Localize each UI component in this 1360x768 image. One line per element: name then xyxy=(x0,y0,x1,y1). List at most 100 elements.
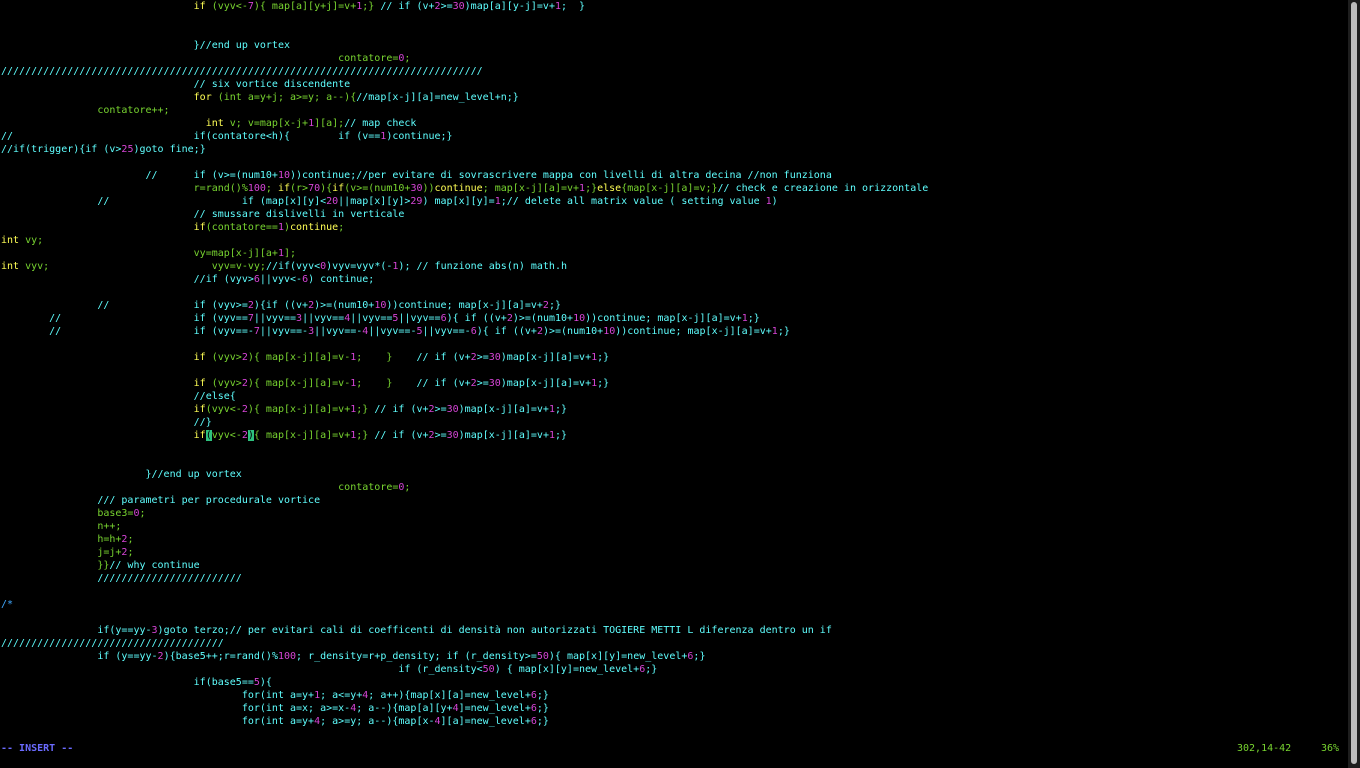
code-line[interactable]: if(base5==5){ xyxy=(1,676,272,689)
code-line[interactable]: // smussare dislivelli in verticale xyxy=(1,208,405,221)
code-line[interactable]: }//end up vortex xyxy=(1,39,290,52)
code-token: ; a<=y+ xyxy=(320,690,363,701)
code-line[interactable]: // six vortice discendente xyxy=(1,78,351,91)
code-token: vyv<- xyxy=(211,430,242,441)
code-line[interactable]: // if (v>=(num10+10))continue;//per evit… xyxy=(1,169,831,182)
code-token: // if(contatore<h){ if (v== xyxy=(1,131,381,142)
code-token: ;} xyxy=(645,664,658,675)
code-token: if (y==yy- xyxy=(1,651,158,662)
code-line[interactable]: //if(trigger){if (v>25)goto fine;} xyxy=(1,143,206,156)
code-token: ; a>=y; a--){map[x- xyxy=(320,716,435,727)
code-line[interactable]: if (r_density<50) { map[x][y]=new_level+… xyxy=(1,663,657,676)
code-line[interactable]: vy=map[x-j][a+1]; xyxy=(1,247,296,260)
code-token: >= xyxy=(476,352,489,363)
code-line[interactable]: base3=0; xyxy=(1,507,145,520)
code-line[interactable]: for(int a=y+4; a>=y; a--){map[x-4][a]=ne… xyxy=(1,715,549,728)
code-line[interactable]: // if (map[x][y]<20||map[x][y]>29) map[x… xyxy=(1,195,777,208)
code-line[interactable]: for(int a=y+1; a<=y+4; a++){map[x][a]=ne… xyxy=(1,689,549,702)
code-line[interactable]: if (vyv>2){ map[x-j][a]=v-1; } // if (v+… xyxy=(1,351,610,364)
code-token: ) { map[x][y]=new_level+ xyxy=(494,664,640,675)
code-line[interactable]: //if (vyv>6||vyv<-6) continue; xyxy=(1,273,375,286)
code-line[interactable]: //////////////////////// xyxy=(1,572,242,585)
code-line[interactable]: if(contatore==1)continue; xyxy=(1,221,345,234)
code-token: ){if ((v+ xyxy=(253,300,309,311)
code-line[interactable]: //else{ xyxy=(1,390,236,403)
code-token: // if (vyv>= xyxy=(1,300,248,311)
code-line[interactable]: if (vyv>2){ map[x-j][a]=v-1; } // if (v+… xyxy=(1,377,610,390)
code-line[interactable]: n++; xyxy=(1,520,121,533)
code-line[interactable]: }}// why continue xyxy=(1,559,199,572)
code-line[interactable]: contatore++; xyxy=(1,104,169,117)
code-token: if(y==yy- xyxy=(1,625,152,636)
code-token: 10 xyxy=(374,300,387,311)
code-line[interactable]: // if (vyv==7||vyv==3||vyv==4||vyv==5||v… xyxy=(1,312,760,325)
code-line[interactable]: //} xyxy=(1,416,212,429)
code-line[interactable]: int v; v=map[x-j+1][a];// map check xyxy=(1,117,417,130)
code-line[interactable]: if (vyv<-7){ map[a][y+j]=v+1;} // if (v+… xyxy=(1,0,585,13)
code-line[interactable]: r=rand()%100; if(r>70){if(v>=(num10+30))… xyxy=(1,182,929,195)
code-token: ||vyv<- xyxy=(259,274,303,285)
code-token: int xyxy=(1,118,230,129)
scrollbar-thumb[interactable] xyxy=(1351,2,1357,764)
code-token: ////////////////////////////////////////… xyxy=(1,66,483,77)
code-token: ||vyv== xyxy=(253,313,297,324)
code-token: r=rand()% xyxy=(1,183,248,194)
code-token: )>=(num10+ xyxy=(314,300,375,311)
code-line[interactable]: j=j+2; xyxy=(1,546,133,559)
code-line[interactable]: int vy; xyxy=(1,234,43,247)
vertical-scrollbar[interactable] xyxy=(1348,0,1360,768)
code-line[interactable]: int vyv; vyv=v-vy;//if(vyv<0)vyv=vyv*(-1… xyxy=(1,260,567,273)
code-line[interactable]: ////////////////////////////////////////… xyxy=(1,65,483,78)
code-line[interactable]: // if (vyv>=2){if ((v+2)>=(num10+10))con… xyxy=(1,299,561,312)
code-token: 30 xyxy=(488,352,501,363)
code-line[interactable]: /// parametri per procedurale vortice xyxy=(1,494,320,507)
code-token: contatore= xyxy=(1,53,399,64)
code-token: ){ map[x-j][a]=v+ xyxy=(247,404,351,415)
code-token: (vyv> xyxy=(211,378,242,389)
code-token: // map check xyxy=(344,118,417,129)
code-line[interactable]: if(y==yy-3)goto terzo;// per evitari cal… xyxy=(1,624,832,637)
code-token: // if (vyv==- xyxy=(1,326,254,337)
code-token: )map[x-j][a]=v+ xyxy=(458,404,549,415)
code-token: )>=(num10+ xyxy=(542,326,604,337)
code-token: 10 xyxy=(573,313,586,324)
code-token: ||map[x][y]> xyxy=(338,196,411,207)
code-token: )map[x-j][a]=v+ xyxy=(500,352,592,363)
code-token: // if (v+ xyxy=(368,404,429,415)
code-line[interactable]: for (int a=y+j; a>=y; a--){//map[x-j][a]… xyxy=(1,91,519,104)
code-token: v; v=map[x-j+ xyxy=(229,118,309,129)
code-line[interactable]: contatore=0; xyxy=(1,52,410,65)
code-line[interactable]: /* xyxy=(1,598,13,611)
code-token: )goto fine;} xyxy=(133,144,206,155)
code-line[interactable]: ///////////////////////////////////// xyxy=(1,637,224,650)
code-token: 30 xyxy=(410,183,423,194)
code-token: if(base5== xyxy=(1,677,254,688)
code-line[interactable]: // if(contatore<h){ if (v==1)continue;} xyxy=(1,130,453,143)
code-line[interactable]: contatore=0; xyxy=(1,481,410,494)
code-token: { map[x-j][a]=v+ xyxy=(253,430,351,441)
code-line[interactable]: if(vyv<-2){ map[x-j][a]=v+1;} // if (v+2… xyxy=(1,429,567,442)
code-token: ][a]=new_level+ xyxy=(440,716,531,727)
code-line[interactable]: h=h+2; xyxy=(1,533,133,546)
code-token: ; xyxy=(127,547,134,558)
mode-indicator: -- INSERT -- xyxy=(1,743,74,754)
code-token: )>=(num10+ xyxy=(512,313,574,324)
code-token: h=h+ xyxy=(1,534,122,545)
code-line[interactable]: for(int a=x; a>=x-4; a--){map[a][y+4]=ne… xyxy=(1,702,549,715)
code-token: else xyxy=(597,183,622,194)
code-token: ][a]; xyxy=(314,118,345,129)
code-token: >= xyxy=(434,430,447,441)
code-token: 50 xyxy=(482,664,495,675)
code-token: ||vyv==- xyxy=(259,326,309,337)
code-editor[interactable]: if (vyv<-7){ map[a][y+j]=v+1;} // if (v+… xyxy=(1,0,1347,740)
code-token: ){ if ((v+ xyxy=(476,326,537,337)
code-token: ; } xyxy=(561,1,586,12)
code-token: ; xyxy=(338,222,345,233)
code-token: )map[x-j][a]=v+ xyxy=(500,378,592,389)
code-line[interactable]: if (y==yy-2){base5++;r=rand()%100; r_den… xyxy=(1,650,705,663)
code-line[interactable]: }//end up vortex xyxy=(1,468,241,481)
code-line[interactable]: if(vyv<-2){ map[x-j][a]=v+1;} // if (v+2… xyxy=(1,403,567,416)
code-token: ){ xyxy=(259,677,272,688)
code-token: j=j+ xyxy=(1,547,122,558)
code-line[interactable]: // if (vyv==-7||vyv==-3||vyv==-4||vyv==-… xyxy=(1,325,790,338)
